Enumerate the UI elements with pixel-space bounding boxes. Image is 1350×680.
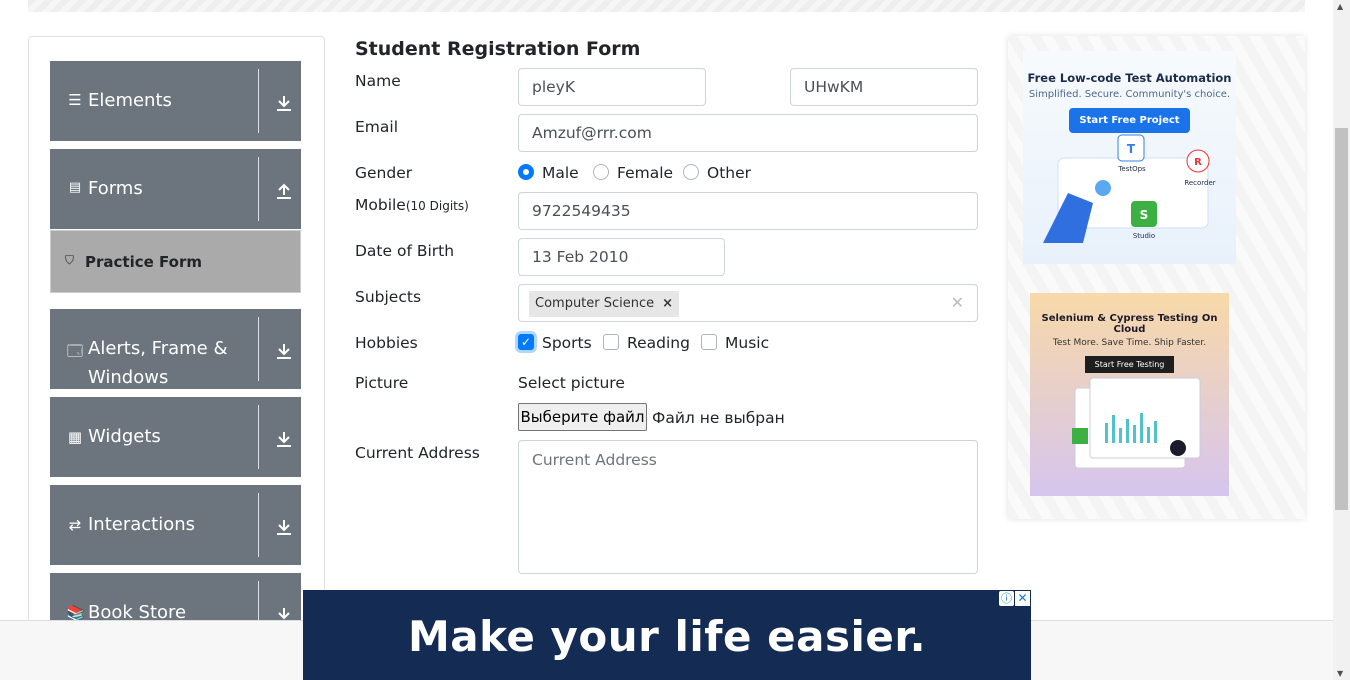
bottom-ad-banner[interactable]: Make your life easier. ⓘ ✕ bbox=[303, 590, 1031, 680]
upload-arrow-icon[interactable] bbox=[274, 181, 294, 201]
divider bbox=[258, 69, 259, 133]
html5-icon: ⛉ bbox=[65, 253, 75, 267]
divider bbox=[258, 157, 259, 221]
ad-subtext: Test More. Save Time. Ship Faster. bbox=[1052, 338, 1207, 348]
subjects-label: Subjects bbox=[355, 288, 422, 306]
sidebar-item-label: Practice Form bbox=[85, 253, 202, 271]
subjects-input[interactable]: Computer Science × ✕ bbox=[518, 284, 978, 322]
ads-panel: Free Low-code Test Automation Simplified… bbox=[1008, 36, 1305, 519]
mobile-label-text: Mobile bbox=[355, 196, 406, 214]
list-icon: ☰ bbox=[68, 91, 82, 109]
file-status: Файл не выбран bbox=[652, 409, 785, 427]
ad-subtext: Simplified. Secure. Community's choice. bbox=[1028, 89, 1231, 100]
scroll-down-arrow-icon[interactable]: ▼ bbox=[1337, 669, 1343, 678]
hobbies-label: Hobbies bbox=[355, 334, 418, 352]
svg-text:R: R bbox=[1194, 157, 1202, 168]
clear-icon[interactable]: ✕ bbox=[951, 293, 964, 312]
email-input[interactable]: Amzuf@rrr.com bbox=[518, 114, 978, 152]
hobby-reading-checkbox[interactable] bbox=[603, 334, 619, 350]
hobby-reading-label[interactable]: Reading bbox=[627, 334, 690, 352]
svg-text:S: S bbox=[1140, 208, 1149, 222]
page-title: Student Registration Form bbox=[355, 38, 641, 60]
gender-label: Gender bbox=[355, 164, 413, 182]
widgets-icon: ▦ bbox=[67, 428, 83, 446]
divider bbox=[258, 317, 259, 381]
sidebar-group-forms[interactable]: ▤ Forms bbox=[50, 149, 301, 229]
gender-male-label[interactable]: Male bbox=[542, 164, 579, 182]
download-arrow-icon[interactable] bbox=[274, 429, 294, 449]
ad-test-automation[interactable]: Free Low-code Test Automation Simplified… bbox=[1023, 51, 1236, 264]
svg-text:T: T bbox=[1127, 142, 1136, 156]
scroll-up-arrow-icon[interactable]: ▲ bbox=[1337, 2, 1343, 11]
choose-file-button[interactable]: Выберите файл bbox=[518, 403, 647, 431]
hobby-sports-checkbox[interactable]: ✓ bbox=[518, 334, 534, 350]
sidebar-group-alerts[interactable]: 🗔 Alerts, Frame & Windows bbox=[50, 309, 301, 389]
ad-selenium-cypress[interactable]: Selenium & Cypress Testing On Cloud Test… bbox=[1030, 293, 1229, 496]
divider bbox=[258, 405, 259, 469]
mobile-input[interactable]: 9722549435 bbox=[518, 192, 978, 230]
ad-info-icon[interactable]: ⓘ bbox=[999, 591, 1014, 606]
subject-chip: Computer Science × bbox=[529, 291, 680, 317]
ad-illustration bbox=[1072, 377, 1201, 469]
picture-label: Picture bbox=[355, 374, 409, 392]
banner-text: Make your life easier. bbox=[407, 612, 927, 661]
name-label: Name bbox=[355, 72, 401, 90]
last-name-input[interactable]: UHwKM bbox=[790, 68, 978, 106]
divider bbox=[258, 493, 259, 557]
select-picture-label: Select picture bbox=[518, 374, 625, 392]
sidebar-group-label: Widgets bbox=[88, 426, 161, 447]
sidebar-group-elements[interactable]: ☰ Elements bbox=[50, 61, 301, 141]
gender-other-radio[interactable] bbox=[683, 164, 699, 180]
gender-male-radio[interactable] bbox=[518, 164, 534, 180]
hobby-sports-label[interactable]: Sports bbox=[542, 334, 592, 352]
gender-other-label[interactable]: Other bbox=[707, 164, 751, 182]
sidebar-group-label-line2: Windows bbox=[88, 367, 169, 388]
window-icon: 🗔 bbox=[66, 342, 84, 360]
dob-label: Date of Birth bbox=[355, 242, 455, 260]
ad-tile-label: TestOps bbox=[1117, 165, 1146, 173]
download-arrow-icon[interactable] bbox=[274, 517, 294, 537]
ad-illustration: T TestOps R Recorder S Studio bbox=[1043, 134, 1216, 243]
hobby-music-checkbox[interactable] bbox=[701, 334, 717, 350]
document-icon: ▤ bbox=[68, 180, 82, 195]
download-arrow-icon[interactable] bbox=[274, 341, 294, 361]
ad-tile-label: Recorder bbox=[1184, 179, 1215, 187]
subject-chip-label: Computer Science bbox=[535, 296, 655, 311]
sidebar-group-widgets[interactable]: ▦ Widgets bbox=[50, 397, 301, 477]
sidebar-group-interactions[interactable]: ⇄ Interactions bbox=[50, 485, 301, 565]
mobile-hint: (10 Digits) bbox=[405, 199, 469, 213]
ad-close-icon[interactable]: ✕ bbox=[1015, 591, 1030, 606]
date-of-birth-input[interactable]: 13 Feb 2010 bbox=[518, 238, 725, 276]
sidebar: ☰ Elements ▤ Forms ⛉ Practice Form 🗔 Ale… bbox=[28, 36, 325, 636]
ad-headline: Selenium & Cypress Testing On Cloud bbox=[1041, 313, 1218, 335]
sidebar-group-label: Forms bbox=[88, 178, 143, 199]
current-address-label: Current Address bbox=[355, 444, 480, 462]
ad-cta-button[interactable]: Start Free Testing bbox=[1084, 356, 1175, 373]
page-scrollbar[interactable]: ▲ ▼ bbox=[1333, 0, 1350, 680]
sidebar-group-label: Interactions bbox=[88, 514, 196, 535]
ad-cta-button[interactable]: Start Free Project bbox=[1069, 108, 1190, 133]
first-name-input[interactable]: pleyK bbox=[518, 68, 706, 106]
sidebar-group-label: Alerts, Frame & bbox=[88, 338, 228, 359]
gender-female-label[interactable]: Female bbox=[617, 164, 673, 182]
interactions-icon: ⇄ bbox=[68, 516, 82, 534]
scrollbar-thumb[interactable] bbox=[1335, 128, 1348, 510]
ad-headline: Free Low-code Test Automation bbox=[1027, 71, 1232, 85]
top-decorative-band bbox=[28, 0, 1305, 12]
download-arrow-icon[interactable] bbox=[274, 93, 294, 113]
chip-remove-icon[interactable]: × bbox=[662, 296, 673, 311]
sidebar-item-practice-form[interactable]: ⛉ Practice Form bbox=[50, 230, 301, 293]
sidebar-group-label: Elements bbox=[88, 90, 172, 111]
current-address-textarea[interactable]: Current Address bbox=[518, 440, 978, 574]
ad-tile-label: Studio bbox=[1133, 232, 1155, 240]
mobile-label: Mobile(10 Digits) bbox=[355, 196, 469, 214]
email-label: Email bbox=[355, 118, 399, 136]
gender-female-radio[interactable] bbox=[593, 164, 609, 180]
hobby-music-label[interactable]: Music bbox=[725, 334, 769, 352]
